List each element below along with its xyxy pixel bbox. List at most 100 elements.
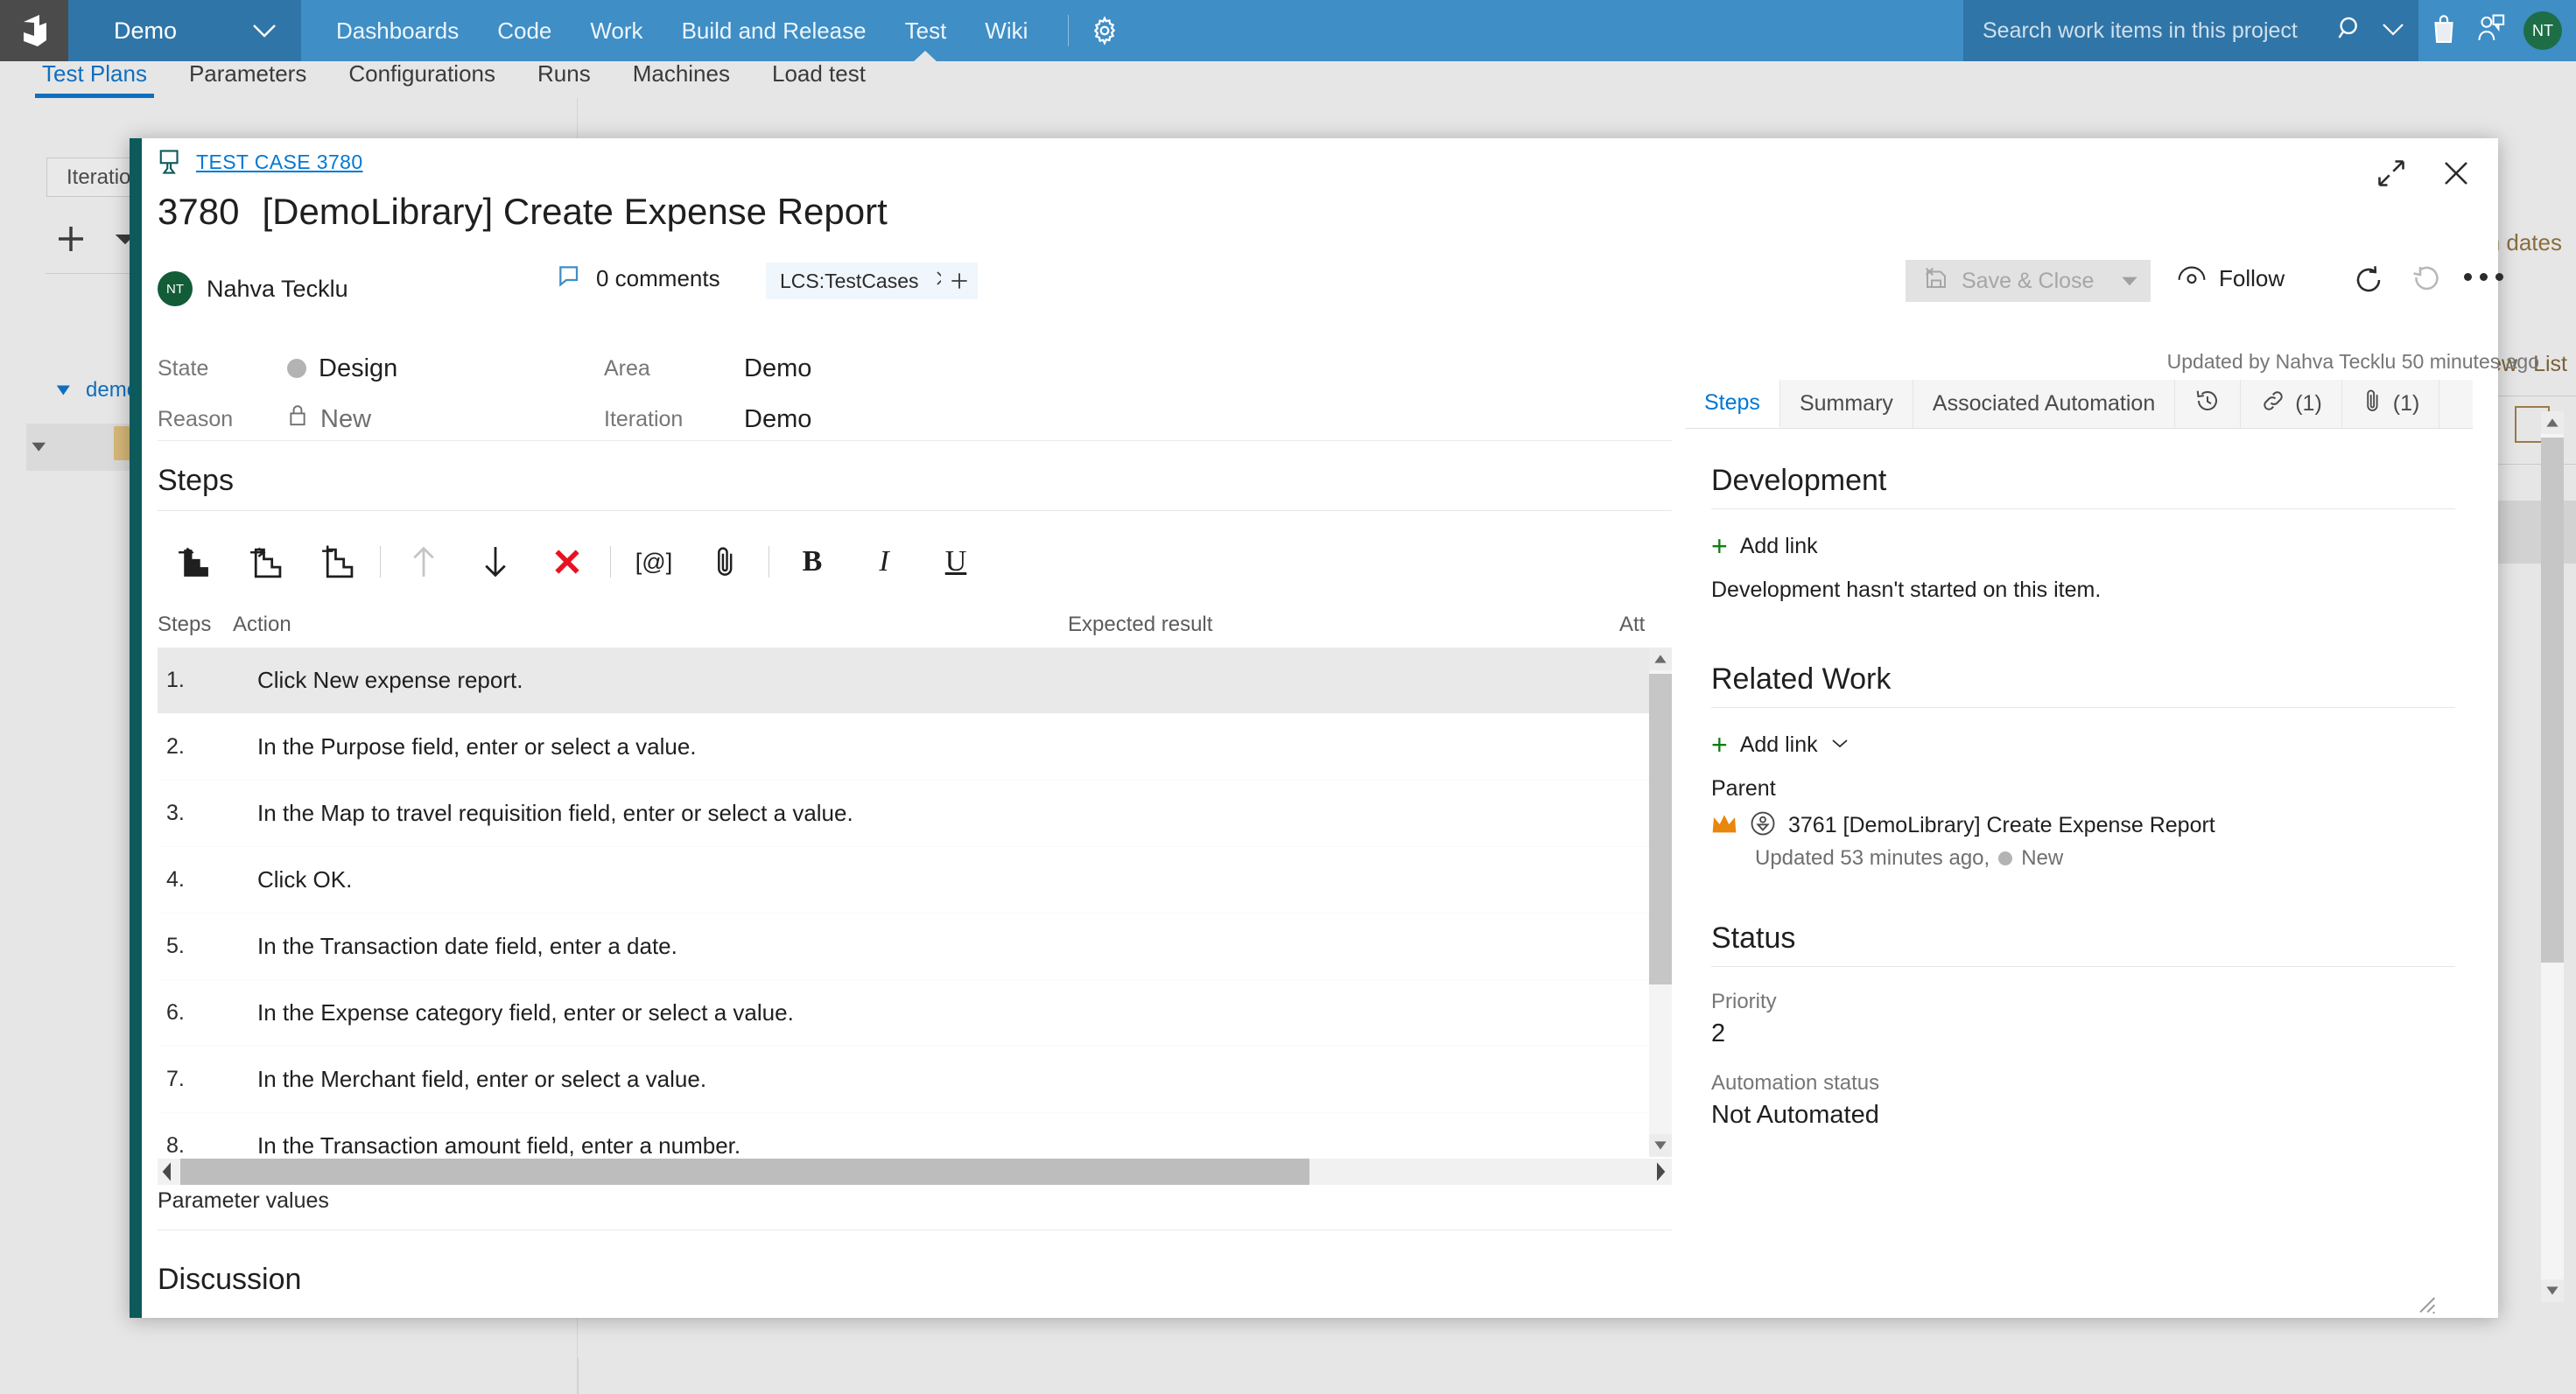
step-action[interactable]: In the Transaction amount field, enter a… [212,1132,1672,1157]
add-step-icon[interactable] [301,529,373,594]
hub-test[interactable]: Test [886,0,966,61]
avatar[interactable]: NT [158,271,193,306]
scroll-right-icon[interactable] [1654,1161,1667,1187]
scroll-down-icon[interactable] [1649,1134,1672,1157]
work-item-title[interactable]: [DemoLibrary] Create Expense Report [262,191,887,233]
tree-root-demo[interactable]: demo [54,378,138,403]
development-add-link-button[interactable]: + Add link [1711,532,2455,560]
related-work-parent-item[interactable]: 3761 [DemoLibrary] Create Expense Report [1711,810,2455,841]
resize-grip-icon[interactable] [2413,1291,2436,1313]
step-action[interactable]: In the Merchant field, enter or select a… [212,1066,1672,1093]
tag-chip[interactable]: LCS:TestCases [766,263,965,299]
tab-links[interactable]: (1) [2241,380,2342,428]
italic-icon[interactable]: I [848,529,920,594]
subtab-configurations[interactable]: Configurations [327,60,516,98]
azure-devops-logo-icon[interactable] [0,0,68,61]
automation-status-value[interactable]: Not Automated [1711,1101,2455,1130]
table-row[interactable]: 1. Click New expense report. [158,648,1672,714]
chevron-down-icon[interactable] [228,0,301,61]
more-actions-icon[interactable] [2464,273,2503,281]
move-down-icon[interactable] [460,529,531,594]
add-user-icon[interactable] [2476,13,2506,49]
area-value[interactable]: Demo [744,354,811,383]
parent-work-item-link[interactable]: 3761 [DemoLibrary] Create Expense Report [1788,813,2215,838]
follow-button[interactable]: Follow [2177,264,2285,293]
subtab-load-test[interactable]: Load test [751,60,887,98]
table-row[interactable]: 7. In the Merchant field, enter or selec… [158,1047,1672,1113]
search-input[interactable] [1983,18,2336,44]
step-action[interactable]: In the Transaction date field, enter a d… [212,933,1672,960]
save-and-close-button[interactable]: Save & Close [1906,260,2109,302]
step-action[interactable]: In the Map to travel requisition field, … [212,800,1672,827]
plus-icon[interactable] [53,221,89,262]
tab-summary[interactable]: Summary [1780,380,1913,428]
add-tag-button[interactable] [941,263,978,299]
mention-icon[interactable]: [@] [618,529,690,594]
hub-code[interactable]: Code [478,0,571,61]
toolbar-divider [380,546,381,578]
search-box[interactable] [1963,0,2418,61]
shopping-bag-icon[interactable] [2429,12,2459,50]
refresh-icon[interactable] [2353,264,2384,300]
delete-icon[interactable] [531,529,603,594]
breadcrumb-link[interactable]: TEST CASE 3780 [196,151,363,174]
hub-build-and-release[interactable]: Build and Release [663,0,886,61]
table-row[interactable]: 2. In the Purpose field, enter or select… [158,714,1672,781]
assigned-to-field[interactable]: Nahva Tecklu [207,276,348,303]
scrollbar-thumb[interactable] [180,1159,1309,1185]
underline-icon[interactable]: U [920,529,992,594]
scroll-left-icon[interactable] [161,1161,173,1187]
project-selector[interactable]: Demo [68,0,228,61]
hub-wiki[interactable]: Wiki [965,0,1047,61]
hub-work[interactable]: Work [571,0,662,61]
scrollbar-thumb[interactable] [2541,438,2564,963]
subtab-parameters[interactable]: Parameters [168,60,327,98]
tab-history[interactable] [2175,380,2241,428]
subtab-runs[interactable]: Runs [516,60,612,98]
tab-steps[interactable]: Steps [1685,380,1780,428]
insert-shared-step-icon[interactable] [229,529,301,594]
expand-icon[interactable] [2376,158,2407,189]
scroll-up-icon[interactable] [2541,411,2564,434]
table-row[interactable]: 8. In the Transaction amount field, ente… [158,1113,1672,1157]
tab-attachments[interactable]: (1) [2342,380,2440,428]
subtab-machines[interactable]: Machines [612,60,751,98]
scroll-up-icon[interactable] [1649,648,1672,670]
move-up-icon[interactable] [388,529,460,594]
save-options-caret-icon[interactable] [2109,260,2151,302]
step-action[interactable]: Click New expense report. [212,667,1672,694]
state-value[interactable]: Design [287,354,397,383]
steps-table-body[interactable]: 1. Click New expense report. 2. In the P… [158,648,1672,1157]
right-panel-scrollbar[interactable] [2541,411,2564,1302]
avatar[interactable]: NT [2523,11,2562,50]
caret-down-icon[interactable] [28,438,51,459]
comments-button[interactable]: 0 comments [556,263,720,295]
table-row[interactable]: 3. In the Map to travel requisition fiel… [158,781,1672,847]
attach-icon[interactable] [690,529,762,594]
steps-horizontal-scrollbar[interactable] [158,1159,1672,1185]
subtab-test-plans[interactable]: Test Plans [21,60,168,98]
scrollbar-thumb[interactable] [1649,674,1672,984]
priority-value[interactable]: 2 [1711,1019,2455,1048]
iteration-value[interactable]: Demo [744,405,811,434]
step-action[interactable]: In the Purpose field, enter or select a … [212,733,1672,760]
gear-icon[interactable] [1090,16,1120,46]
table-row[interactable]: 6. In the Expense category field, enter … [158,980,1672,1047]
steps-heading-rule [158,510,1672,511]
search-scope-chevron-icon[interactable] [2380,20,2406,42]
table-row[interactable]: 5. In the Transaction date field, enter … [158,914,1672,980]
search-icon[interactable] [2336,14,2366,48]
insert-step-icon[interactable] [158,529,229,594]
tab-associated-automation[interactable]: Associated Automation [1913,380,2175,428]
step-action[interactable]: Click OK. [212,866,1672,893]
related-work-add-link-button[interactable]: + Add link [1711,731,2455,759]
hub-dashboards[interactable]: Dashboards [317,0,478,61]
step-action[interactable]: In the Expense category field, enter or … [212,999,1672,1026]
scroll-down-icon[interactable] [2541,1279,2564,1302]
close-icon[interactable] [2440,158,2472,189]
steps-vertical-scrollbar[interactable] [1649,648,1672,1157]
bold-icon[interactable]: B [776,529,848,594]
undo-icon[interactable] [2410,264,2441,300]
table-row[interactable]: 4. Click OK. [158,847,1672,914]
chevron-down-icon[interactable] [1830,737,1850,753]
